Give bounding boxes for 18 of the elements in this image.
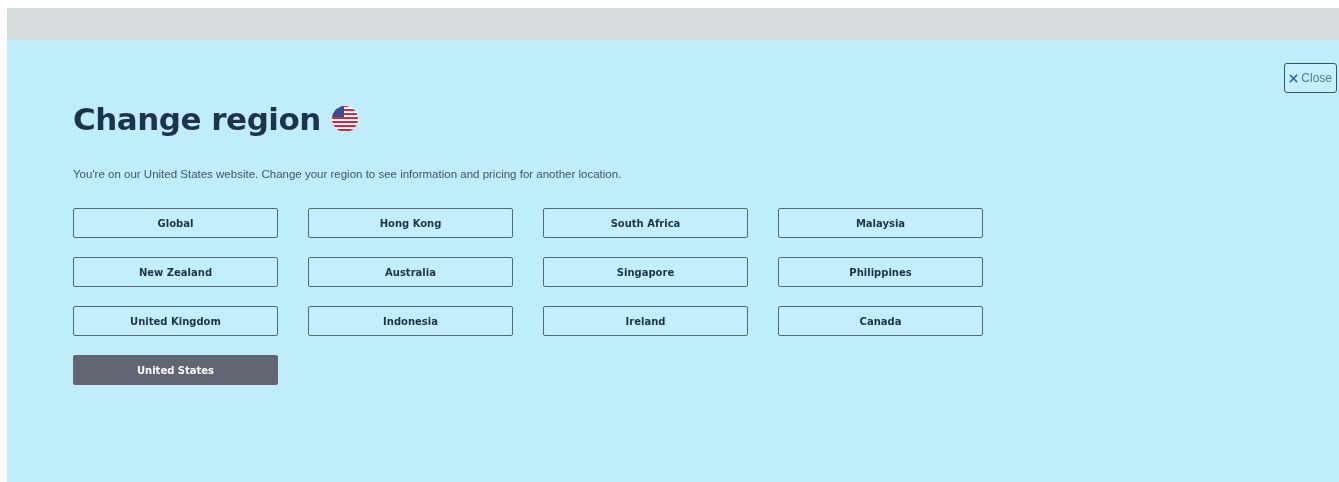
region-button[interactable]: Global: [73, 208, 278, 238]
region-button[interactable]: United States: [73, 355, 278, 385]
region-button[interactable]: Australia: [308, 257, 513, 287]
close-icon: [1289, 73, 1299, 83]
region-button[interactable]: South Africa: [543, 208, 748, 238]
region-button[interactable]: United Kingdom: [73, 306, 278, 336]
description-text: You're on our United States website. Change your region to see information and pricing for another location.: [73, 167, 623, 182]
region-button[interactable]: Indonesia: [308, 306, 513, 336]
region-button[interactable]: Singapore: [543, 257, 748, 287]
dialog-title: Change region: [73, 101, 321, 137]
region-button[interactable]: Ireland: [543, 306, 748, 336]
close-button[interactable]: Close: [1284, 63, 1337, 93]
region-button[interactable]: Philippines: [778, 257, 983, 287]
region-button[interactable]: Malaysia: [778, 208, 983, 238]
region-button[interactable]: Hong Kong: [308, 208, 513, 238]
flag-icon: [330, 105, 359, 133]
region-button[interactable]: New Zealand: [73, 257, 278, 287]
region-button[interactable]: Canada: [778, 306, 983, 336]
